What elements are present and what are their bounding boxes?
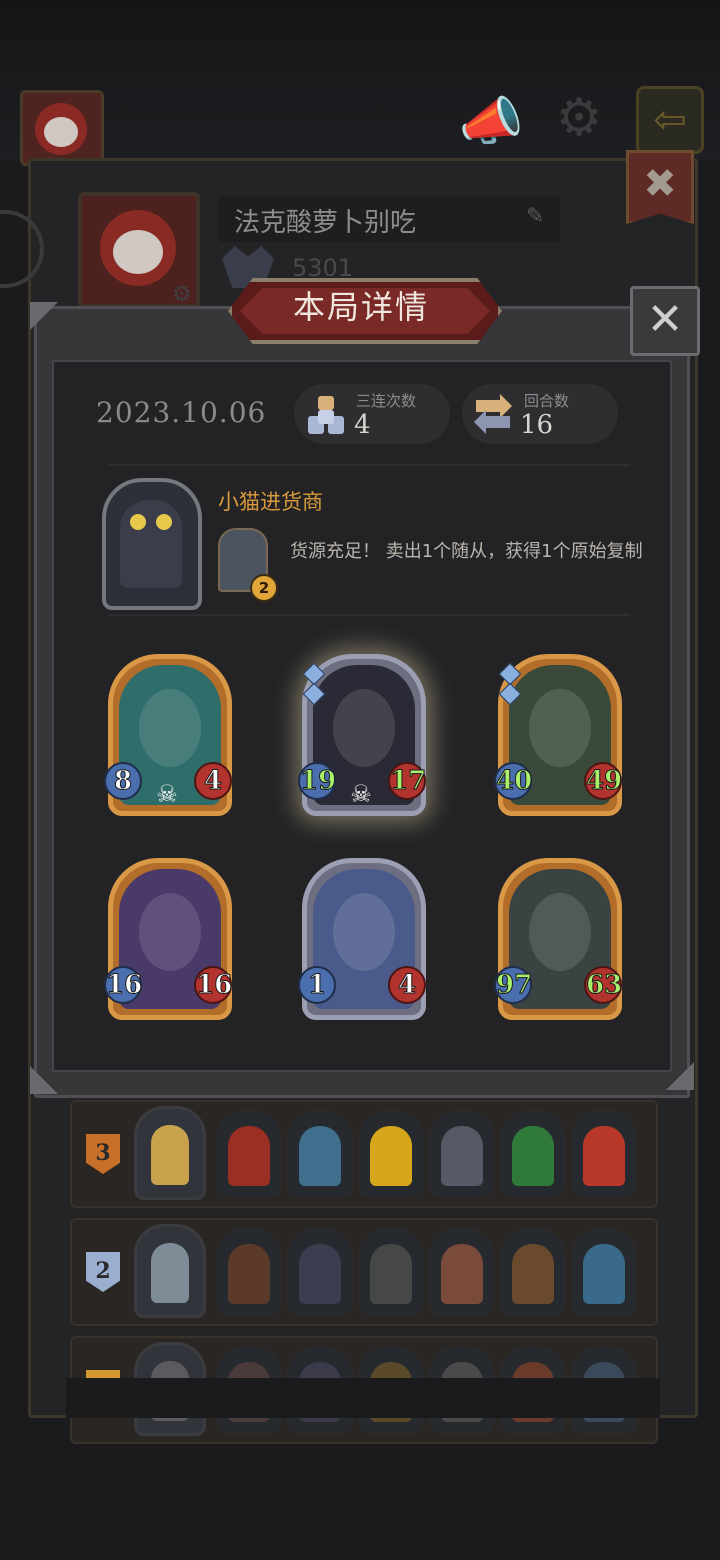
- ranking-hero-portrait: [134, 1106, 206, 1200]
- hero-power-cost: 2: [250, 574, 278, 602]
- top-avatar[interactable]: [20, 90, 104, 166]
- ranking-minion: [571, 1228, 637, 1316]
- ranking-hero-portrait: [134, 1224, 206, 1318]
- hero-name: 小猫进货商: [218, 490, 323, 514]
- profile-close-button[interactable]: ✖: [626, 150, 694, 224]
- minion-health: 63: [584, 966, 623, 1004]
- triples-label: 三连次数: [356, 392, 417, 410]
- ranking-minion: [500, 1110, 566, 1198]
- turns-value: 16: [520, 410, 554, 440]
- triples-value: 4: [354, 410, 371, 440]
- list-fade: [66, 1378, 660, 1418]
- divider: [108, 464, 630, 466]
- minion-health: 17: [388, 762, 427, 800]
- avatar-settings-icon[interactable]: ⚙: [172, 282, 192, 307]
- skull-icon: ☠: [156, 780, 178, 808]
- top-bar: [0, 0, 720, 160]
- ranking-minion: [500, 1228, 566, 1316]
- ranking-minion: [216, 1110, 282, 1198]
- minion-health: 16: [194, 966, 233, 1004]
- minion-health: 4: [388, 966, 426, 1004]
- match-date: 2023.10.06: [96, 396, 267, 429]
- minion-attack: 97: [494, 966, 533, 1004]
- ranking-minion: [287, 1228, 353, 1316]
- turns-icon: [474, 394, 512, 434]
- minion-attack: 8: [104, 762, 142, 800]
- minion-attack: 1: [298, 966, 336, 1004]
- minion-attack: 40: [494, 762, 533, 800]
- skull-icon: ☠: [350, 780, 372, 808]
- minion-health: 49: [584, 762, 623, 800]
- ranking-minion: [429, 1228, 495, 1316]
- speaker-icon[interactable]: 📣: [456, 92, 526, 152]
- exit-icon[interactable]: ⇦: [636, 86, 704, 154]
- minion-attack: 16: [104, 966, 143, 1004]
- minion-attack: 19: [298, 762, 337, 800]
- modal-title: 本局详情: [292, 288, 429, 326]
- divider: [108, 614, 630, 616]
- ranking-minion: [429, 1110, 495, 1198]
- player-name: 法克酸萝卜别吃: [234, 208, 417, 238]
- ranking-minion: [216, 1228, 282, 1316]
- turns-label: 回合数: [524, 392, 570, 410]
- close-icon[interactable]: ✕: [630, 286, 700, 356]
- pencil-icon[interactable]: ✎: [526, 204, 544, 229]
- ranking-minion: [358, 1110, 424, 1198]
- triples-icon: [308, 396, 344, 434]
- gear-icon[interactable]: ⚙: [546, 88, 612, 152]
- hero-portrait: [102, 478, 202, 610]
- ranking-minion: [571, 1110, 637, 1198]
- minion-health: 4: [194, 762, 232, 800]
- ranking-minion: [358, 1228, 424, 1316]
- hero-power-description: 货源充足！ 卖出1个随从，获得1个原始复制: [290, 541, 643, 562]
- ranking-minion: [287, 1110, 353, 1198]
